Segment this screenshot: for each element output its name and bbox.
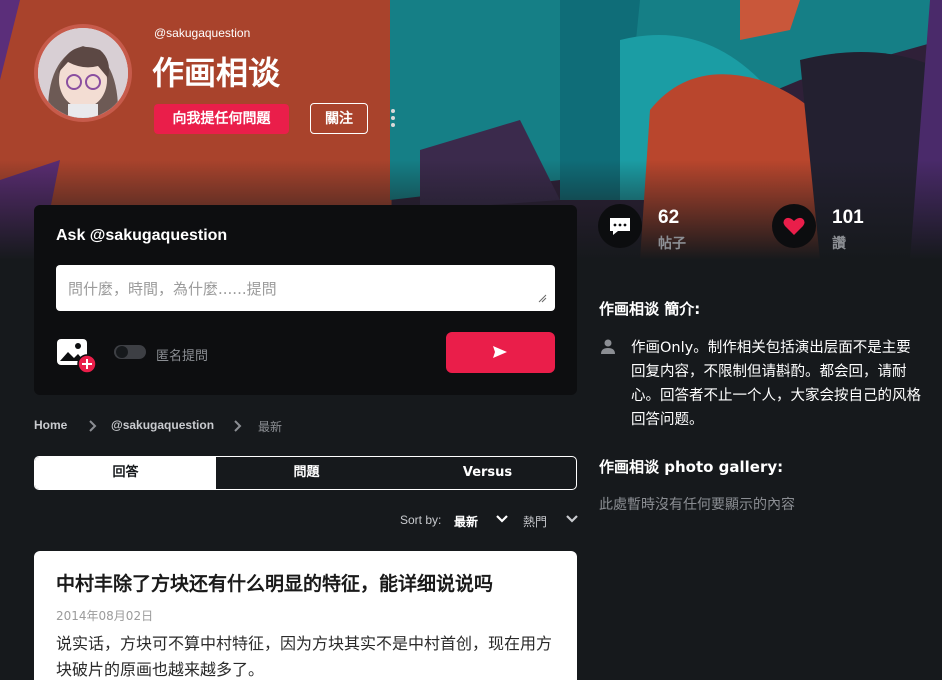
heart-icon	[783, 217, 805, 235]
send-icon	[493, 346, 507, 358]
ask-question-button[interactable]: 向我提任何問題	[154, 104, 289, 134]
posts-stat-icon	[598, 204, 642, 248]
gallery-empty-text: 此處暫時沒有任何要顯示的內容	[599, 497, 795, 513]
comment-icon	[610, 218, 630, 235]
anonymous-toggle[interactable]	[114, 345, 146, 359]
breadcrumb-home[interactable]: Home	[34, 418, 67, 432]
breadcrumb-current: 最新	[258, 420, 283, 434]
post-card[interactable]: 中村丰除了方块还有什么明显的特征，能详细说说吗 2014年08月02日 说实话，…	[34, 551, 577, 680]
avatar[interactable]	[34, 24, 132, 122]
ask-card-title: Ask @sakugaquestion	[56, 227, 228, 244]
chevron-down-icon[interactable]	[565, 514, 579, 524]
chevron-right-icon	[234, 420, 242, 432]
tab-questions[interactable]: 問題	[216, 457, 397, 489]
chevron-down-icon[interactable]	[495, 514, 509, 524]
likes-count: 101	[832, 207, 864, 228]
tab-versus[interactable]: Versus	[397, 457, 576, 489]
anonymous-label: 匿名提問	[156, 349, 209, 364]
photo-add-icon[interactable]	[56, 338, 98, 374]
more-vertical-icon[interactable]	[386, 106, 400, 132]
about-heading: 作画相谈 簡介:	[599, 300, 701, 318]
question-input[interactable]: 問什麼，時間，為什麼......提問	[56, 265, 555, 311]
question-input-placeholder: 問什麼，時間，為什麼......提問	[68, 280, 277, 298]
post-title[interactable]: 中村丰除了方块还有什么明显的特征，能详细说说吗	[56, 569, 493, 596]
likes-label: 讚	[832, 236, 846, 252]
about-text: 作画Only。制作相关包括演出层面不是主要回复内容，不限制但请斟酌。都会回，请耐…	[631, 340, 921, 428]
resize-handle-icon[interactable]	[537, 293, 547, 303]
chevron-right-icon	[89, 420, 97, 432]
post-date: 2014年08月02日	[56, 609, 154, 623]
avatar-image	[38, 28, 128, 118]
ask-card: Ask @sakugaquestion 問什麼，時間，為什麼......提問 匿…	[34, 205, 577, 395]
sort-latest-select[interactable]: 最新	[454, 513, 478, 530]
follow-button[interactable]: 關注	[310, 103, 368, 134]
tab-answers[interactable]: 回答	[35, 457, 216, 489]
content-tabs: 回答 問題 Versus	[34, 456, 577, 490]
gallery-heading: 作画相谈 photo gallery:	[599, 458, 784, 476]
posts-count: 62	[658, 207, 680, 228]
send-button[interactable]	[446, 332, 555, 373]
breadcrumb-profile[interactable]: @sakugaquestion	[111, 418, 214, 432]
post-body: 说实话，方块可不算中村特征，因为方块其实不是中村首创，现在用方块破片的原画也越来…	[56, 634, 553, 679]
person-icon	[601, 339, 615, 354]
sort-label: Sort by:	[400, 513, 442, 527]
profile-name: 作画相谈	[152, 54, 281, 92]
likes-stat-icon	[772, 204, 816, 248]
posts-label: 帖子	[658, 236, 686, 252]
sort-popular-select[interactable]: 熱門	[523, 513, 547, 530]
profile-handle: @sakugaquestion	[154, 26, 251, 40]
